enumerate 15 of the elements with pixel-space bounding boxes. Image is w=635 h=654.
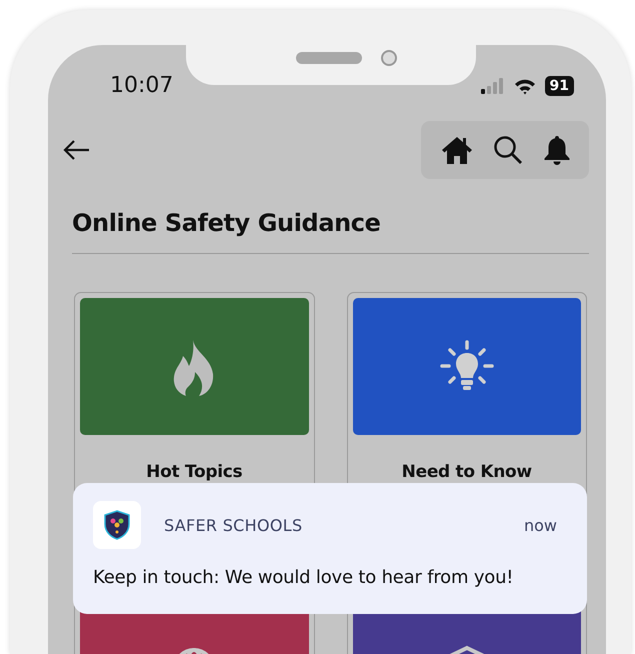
battery-level: 91 <box>544 76 574 96</box>
home-icon[interactable] <box>441 135 473 165</box>
page-title: Online Safety Guidance <box>72 209 589 254</box>
card-title: Need to Know <box>400 462 533 482</box>
notification-toast[interactable]: SAFER SCHOOLS now Keep in touch: We would love to hear from you! <box>73 483 587 614</box>
search-icon[interactable] <box>493 135 523 165</box>
status-time: 10:07 <box>110 72 174 98</box>
app-name: SAFER SCHOOLS <box>164 516 304 534</box>
wifi-icon <box>514 78 536 94</box>
bell-icon[interactable] <box>543 135 571 165</box>
app-icon <box>93 501 141 549</box>
back-arrow-icon[interactable] <box>62 139 90 161</box>
card-title: Hot Topics <box>145 462 244 482</box>
signal-icon <box>480 78 505 94</box>
notification-time: now <box>524 516 558 534</box>
